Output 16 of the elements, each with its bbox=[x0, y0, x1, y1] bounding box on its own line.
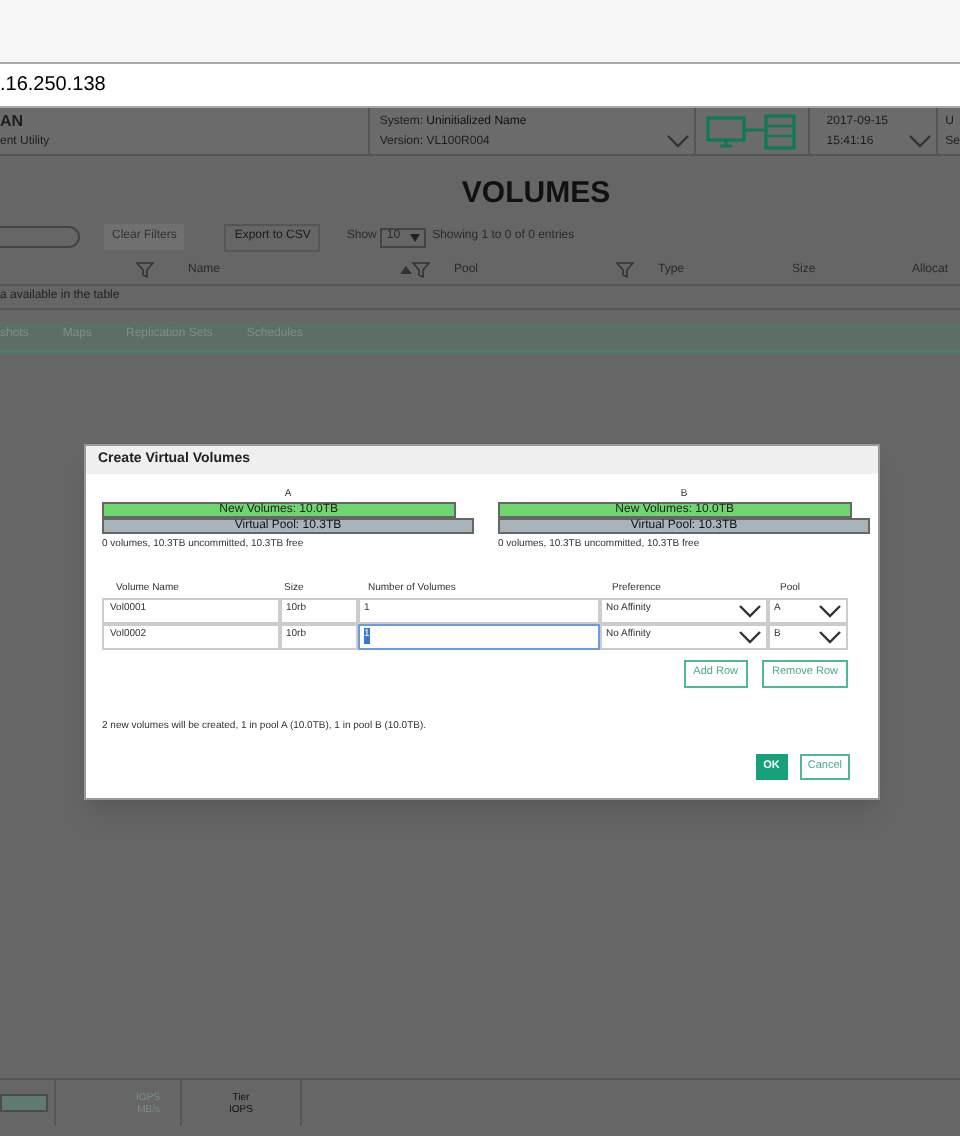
search-field[interactable] bbox=[0, 226, 80, 248]
chevron-down-icon bbox=[818, 603, 842, 617]
chevron-down-icon bbox=[818, 629, 842, 643]
filter-icon[interactable] bbox=[136, 262, 154, 278]
filter-icon[interactable] bbox=[616, 262, 634, 278]
app-name: AN bbox=[0, 111, 26, 131]
chevron-down-icon bbox=[738, 603, 762, 617]
chevron-down-icon bbox=[907, 134, 932, 148]
sort-up-icon[interactable] bbox=[400, 266, 412, 274]
meter-bar bbox=[0, 1094, 48, 1112]
filter-icon[interactable] bbox=[412, 262, 430, 278]
page-title: VOLUMES bbox=[461, 174, 611, 214]
caret-icon bbox=[410, 233, 421, 241]
address-bar[interactable]: .16.250.138 bbox=[0, 64, 960, 108]
chevron-down-icon bbox=[665, 134, 690, 148]
chevron-down-icon bbox=[738, 629, 762, 643]
